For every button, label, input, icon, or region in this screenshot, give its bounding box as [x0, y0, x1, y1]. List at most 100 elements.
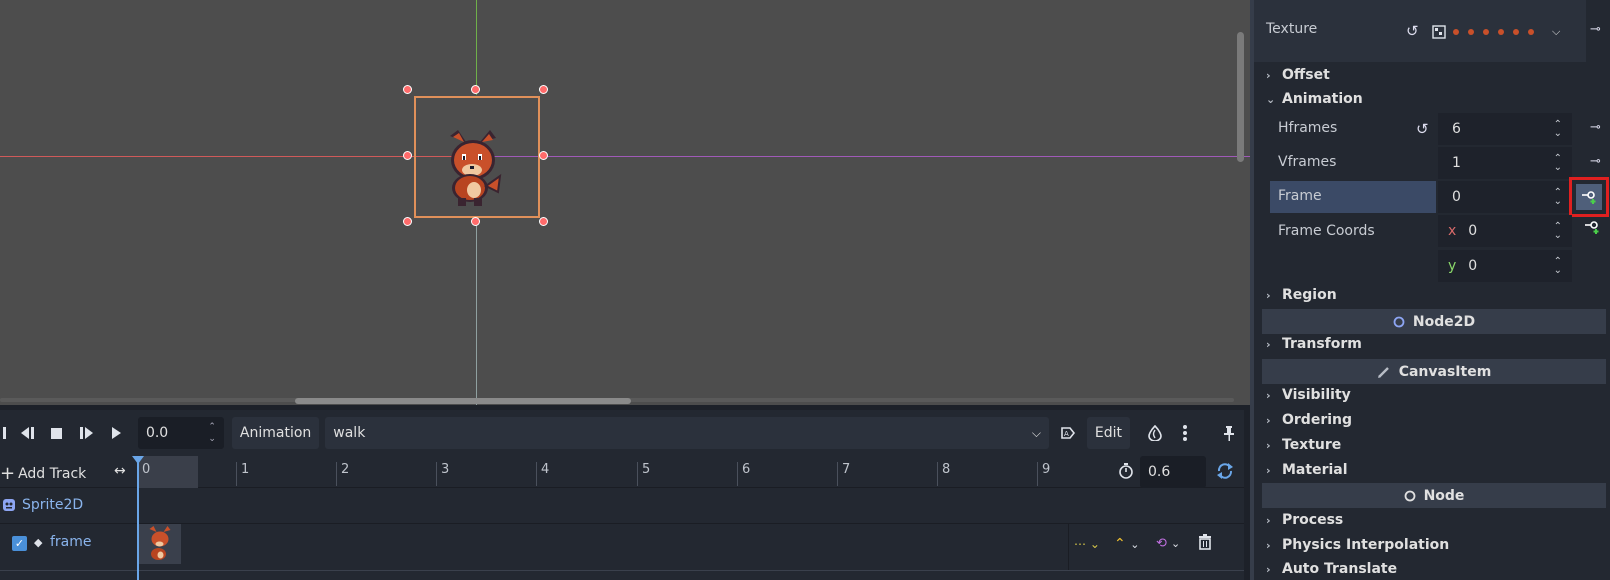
time-value: 0.0 [145, 425, 169, 441]
resize-handle-t[interactable] [471, 85, 480, 94]
section-auto-translate[interactable]: › Auto Translate [1266, 561, 1397, 577]
more-options-icon[interactable] [1170, 418, 1200, 448]
section-texture[interactable]: › Texture [1266, 437, 1341, 453]
key-plus-icon [1582, 191, 1596, 204]
horizontal-scrollbar[interactable] [295, 398, 631, 404]
spinner-icon[interactable]: ⌃ ⌄ [1554, 257, 1562, 276]
keyframe-thumbnail[interactable] [139, 524, 181, 564]
loop-icon[interactable] [1216, 462, 1234, 484]
fox-sprite[interactable] [440, 128, 506, 208]
hframes-label: Hframes [1278, 120, 1338, 136]
canvas-viewport[interactable] [0, 0, 1250, 405]
x-axis-line-right [476, 156, 1250, 157]
ordering-label: Ordering [1282, 412, 1353, 428]
key-icon[interactable]: ⊸ [1590, 120, 1601, 135]
key-icon[interactable]: ⊸ [1590, 22, 1601, 37]
material-label: Material [1282, 462, 1348, 478]
section-process[interactable]: › Process [1266, 512, 1343, 528]
tick-label: 5 [642, 462, 651, 477]
spinner-icon[interactable]: ⌃ ⌄ [1554, 188, 1562, 207]
animation-select[interactable]: walk ⌵ [325, 417, 1049, 449]
node-track-row[interactable]: Sprite2D [0, 488, 1244, 524]
spinner-icon[interactable]: ⌃ ⌄ [1554, 154, 1562, 173]
timeline-header: + Add Track ↔ 0 1 2 3 4 5 6 7 8 9 0.6 [0, 456, 1244, 488]
key-plus-icon[interactable] [1584, 220, 1600, 238]
onion-skin-icon[interactable] [1140, 418, 1170, 448]
fox-frame-icon [149, 526, 171, 560]
update-mode-icon[interactable]: ⋯ ⌄ [1074, 537, 1100, 551]
resize-handle-b[interactable] [471, 217, 480, 226]
tick-label: 6 [742, 462, 751, 477]
texture-section-label: Texture [1282, 437, 1342, 453]
texture-resource-icon [1432, 25, 1446, 39]
plus-icon: + [0, 463, 16, 484]
insert-key-button[interactable] [1576, 184, 1602, 210]
process-label: Process [1282, 512, 1344, 528]
pin-icon[interactable] [1214, 418, 1244, 448]
length-value: 0.6 [1148, 464, 1171, 480]
frame-coords-y-input[interactable]: y 0 ⌃ ⌄ [1438, 250, 1572, 282]
animation-length-field[interactable]: 0.6 [1140, 456, 1206, 488]
frame-label: Frame [1278, 188, 1322, 204]
stop-icon[interactable] [42, 418, 72, 448]
hframes-input[interactable]: 6 ⌃ ⌄ [1438, 113, 1572, 145]
key-icon[interactable]: ⊸ [1590, 154, 1601, 169]
section-ordering[interactable]: › Ordering [1266, 412, 1352, 428]
loop-wrap-icon[interactable]: ⟲ ⌄ [1156, 536, 1180, 551]
frame-input[interactable]: 0 ⌃ ⌄ [1438, 181, 1572, 213]
vframes-input[interactable]: 1 ⌃ ⌄ [1438, 147, 1572, 179]
node-icon [1404, 490, 1415, 501]
playhead[interactable] [132, 456, 144, 580]
timeline-fit-icon[interactable]: ↔ [114, 463, 126, 479]
track-enabled-checkbox[interactable]: ✓ [12, 536, 27, 551]
section-visibility[interactable]: › Visibility [1266, 387, 1351, 403]
resize-handle-br[interactable] [539, 217, 548, 226]
resize-handle-r[interactable] [539, 151, 548, 160]
property-track-row[interactable]: ✓ ◆ frame ⋯ ⌄ ⌃ ⌄ ⟲ ⌄ [0, 524, 1244, 570]
section-animation[interactable]: ⌄ Animation [1266, 91, 1363, 107]
resize-handle-bl[interactable] [403, 217, 412, 226]
play-icon[interactable] [102, 418, 132, 448]
section-material[interactable]: › Material [1266, 462, 1348, 478]
frame-coords-y-value: 0 [1468, 258, 1478, 274]
y-axis-line-lower [476, 218, 477, 405]
interpolation-icon[interactable]: ⌃ ⌄ [1114, 536, 1139, 552]
section-transform[interactable]: › Transform [1266, 336, 1362, 352]
spinner-icon[interactable]: ⌃ ⌄ [1554, 120, 1562, 139]
inspector-panel: Texture ↺ ⌵ ⊸ › Offset ⌄ Animation Hframes… [1250, 0, 1610, 580]
spritesheet-thumbnail [1453, 29, 1534, 35]
y-axis-line [476, 0, 477, 95]
play-backwards-from-end-icon[interactable] [12, 418, 42, 448]
vertical-scrollbar[interactable] [1237, 32, 1244, 162]
x-axis-label: x [1448, 223, 1457, 239]
section-region[interactable]: › Region [1266, 287, 1337, 303]
trash-icon[interactable] [1198, 534, 1212, 554]
play-from-start-icon[interactable] [72, 418, 102, 448]
autoplay-icon[interactable]: A [1053, 418, 1083, 448]
animation-time-field[interactable]: 0.0 ⌃ ⌄ [137, 417, 224, 449]
animation-toolbar: 0.0 ⌃ ⌄ Animation walk ⌵ A Edit [0, 410, 1244, 456]
offset-label: Offset [1282, 67, 1330, 83]
chevron-down-icon: ⌵ [1031, 425, 1041, 440]
texture-preview[interactable]: ⌵ [1428, 12, 1578, 52]
chevron-down-icon[interactable]: ⌵ [1552, 25, 1560, 39]
play-backwards-icon[interactable] [0, 418, 12, 448]
section-physics-interpolation[interactable]: › Physics Interpolation [1266, 537, 1449, 553]
time-spinner-icon[interactable]: ⌃ ⌄ [208, 421, 216, 445]
tick-label: 7 [842, 462, 851, 477]
resize-handle-tr[interactable] [539, 85, 548, 94]
revert-icon[interactable]: ↺ [1416, 120, 1429, 138]
resize-handle-tl[interactable] [403, 85, 412, 94]
add-track-button[interactable]: + Add Track [0, 463, 86, 484]
node2d-label: Node2D [1412, 313, 1476, 330]
frame-coords-x-value: 0 [1468, 223, 1478, 239]
hframes-value: 6 [1452, 121, 1461, 137]
edit-button[interactable]: Edit [1086, 417, 1131, 449]
section-offset[interactable]: › Offset [1266, 67, 1330, 83]
revert-icon[interactable]: ↺ [1406, 22, 1419, 40]
resize-handle-l[interactable] [403, 151, 412, 160]
frame-coords-x-input[interactable]: x 0 ⌃ ⌄ [1438, 215, 1572, 247]
spinner-icon[interactable]: ⌃ ⌄ [1554, 222, 1562, 241]
node2d-icon [1393, 316, 1405, 327]
animation-menu-button[interactable]: Animation [231, 417, 320, 449]
